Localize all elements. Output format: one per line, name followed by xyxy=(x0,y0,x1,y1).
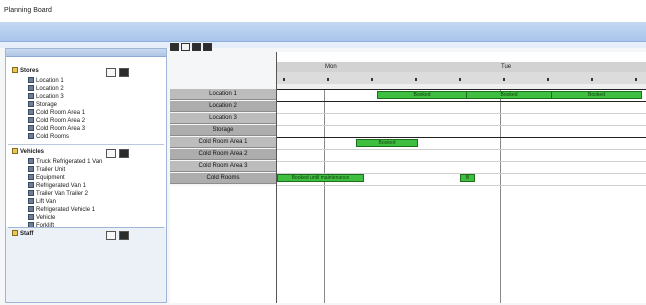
row-gridline xyxy=(277,161,646,162)
resource-icon xyxy=(28,117,34,124)
timeline-day-label: Tue xyxy=(501,64,512,70)
resource-icon xyxy=(28,158,34,165)
row-label[interactable]: Cold Room Area 3 xyxy=(170,161,276,172)
timeline-tick xyxy=(459,78,461,81)
group-delete-button[interactable] xyxy=(119,68,129,77)
tree-group-stores[interactable]: Stores xyxy=(12,67,39,76)
resource-icon xyxy=(28,182,34,189)
booking-bar[interactable]: B xyxy=(460,174,475,182)
resource-icon xyxy=(28,206,34,213)
row-label[interactable]: Location 1 xyxy=(170,89,276,100)
zoom-in-icon[interactable] xyxy=(170,43,179,51)
timeline-day-label: Mon xyxy=(325,64,337,70)
resource-icon xyxy=(28,190,34,197)
folder-icon xyxy=(12,230,18,237)
schedule-toolbar xyxy=(170,42,226,52)
zoom-out-icon[interactable] xyxy=(181,43,190,51)
row-label[interactable]: Location 2 xyxy=(170,101,276,112)
tree-group-staff[interactable]: Staff xyxy=(12,230,33,239)
row-labels-empty-area xyxy=(170,186,276,303)
prev-icon[interactable] xyxy=(192,43,201,51)
tree-group-vehicles[interactable]: Vehicles xyxy=(12,148,44,157)
resource-icon xyxy=(28,77,34,84)
tree-group-label: Staff xyxy=(20,231,34,237)
timeline-tick xyxy=(415,78,417,81)
resource-icon xyxy=(28,198,34,205)
group-edit-button[interactable] xyxy=(106,231,116,240)
group-divider xyxy=(8,227,164,228)
ribbon-bar xyxy=(0,22,646,42)
group-edit-button[interactable] xyxy=(106,149,116,158)
schedule-timeline[interactable]: Mon Tue Booked Booked Booked Booked Book… xyxy=(276,52,646,303)
tree-header xyxy=(6,49,166,57)
group-divider xyxy=(8,144,164,145)
window-titlebar: Planning Board xyxy=(0,0,646,22)
resource-icon xyxy=(28,85,34,92)
tree-lower-area: Staff xyxy=(6,227,166,302)
row-label[interactable]: Location 3 xyxy=(170,113,276,124)
timeline-tick xyxy=(591,78,593,81)
next-icon[interactable] xyxy=(203,43,212,51)
booking-bar[interactable]: Booked xyxy=(551,91,642,99)
timeline-tick xyxy=(371,78,373,81)
window-title: Planning Board xyxy=(4,7,52,14)
resource-tree-panel[interactable]: Stores Location 1 Location 2 Location 3 … xyxy=(5,48,167,303)
day-gridline xyxy=(500,89,501,303)
booking-bar[interactable]: Booked xyxy=(356,139,418,147)
booking-bar[interactable]: Booked xyxy=(377,91,467,99)
booking-bar[interactable]: Booked until maintenance xyxy=(277,174,364,182)
row-gridline xyxy=(277,137,646,138)
row-gridline xyxy=(277,125,646,126)
tree-group-label: Vehicles xyxy=(20,149,45,155)
row-label[interactable]: Cold Room Area 1 xyxy=(170,137,276,148)
timeline-tick xyxy=(503,78,505,81)
resource-icon xyxy=(28,214,34,221)
group-edit-button[interactable] xyxy=(106,68,116,77)
row-gridline xyxy=(277,89,646,90)
resource-icon xyxy=(28,166,34,173)
booking-bar[interactable]: Booked xyxy=(466,91,552,99)
resource-icon xyxy=(28,93,34,100)
timeline-tick xyxy=(283,78,285,81)
row-gridline xyxy=(277,185,646,186)
resource-icon xyxy=(28,174,34,181)
row-label[interactable]: Cold Rooms xyxy=(170,173,276,184)
timeline-tick xyxy=(327,78,329,81)
row-label[interactable]: Storage xyxy=(170,125,276,136)
row-label[interactable]: Cold Room Area 2 xyxy=(170,149,276,160)
group-delete-button[interactable] xyxy=(119,149,129,158)
tree-item[interactable]: Cold Rooms xyxy=(28,133,69,142)
folder-icon xyxy=(12,67,18,74)
schedule-row-labels: Location 1 Location 2 Location 3 Storage… xyxy=(170,89,276,185)
resource-icon xyxy=(28,125,34,132)
day-gridline xyxy=(324,89,325,303)
row-gridline xyxy=(277,113,646,114)
group-delete-button[interactable] xyxy=(119,231,129,240)
tree-body: Stores Location 1 Location 2 Location 3 … xyxy=(6,57,166,229)
folder-icon xyxy=(12,148,18,155)
row-gridline xyxy=(277,101,646,102)
row-gridline xyxy=(277,149,646,150)
tree-group-label: Stores xyxy=(20,68,39,74)
timeline-tick xyxy=(547,78,549,81)
resource-icon xyxy=(28,101,34,108)
resource-icon xyxy=(28,109,34,116)
timeline-tick xyxy=(635,78,637,81)
resource-icon xyxy=(28,133,34,140)
